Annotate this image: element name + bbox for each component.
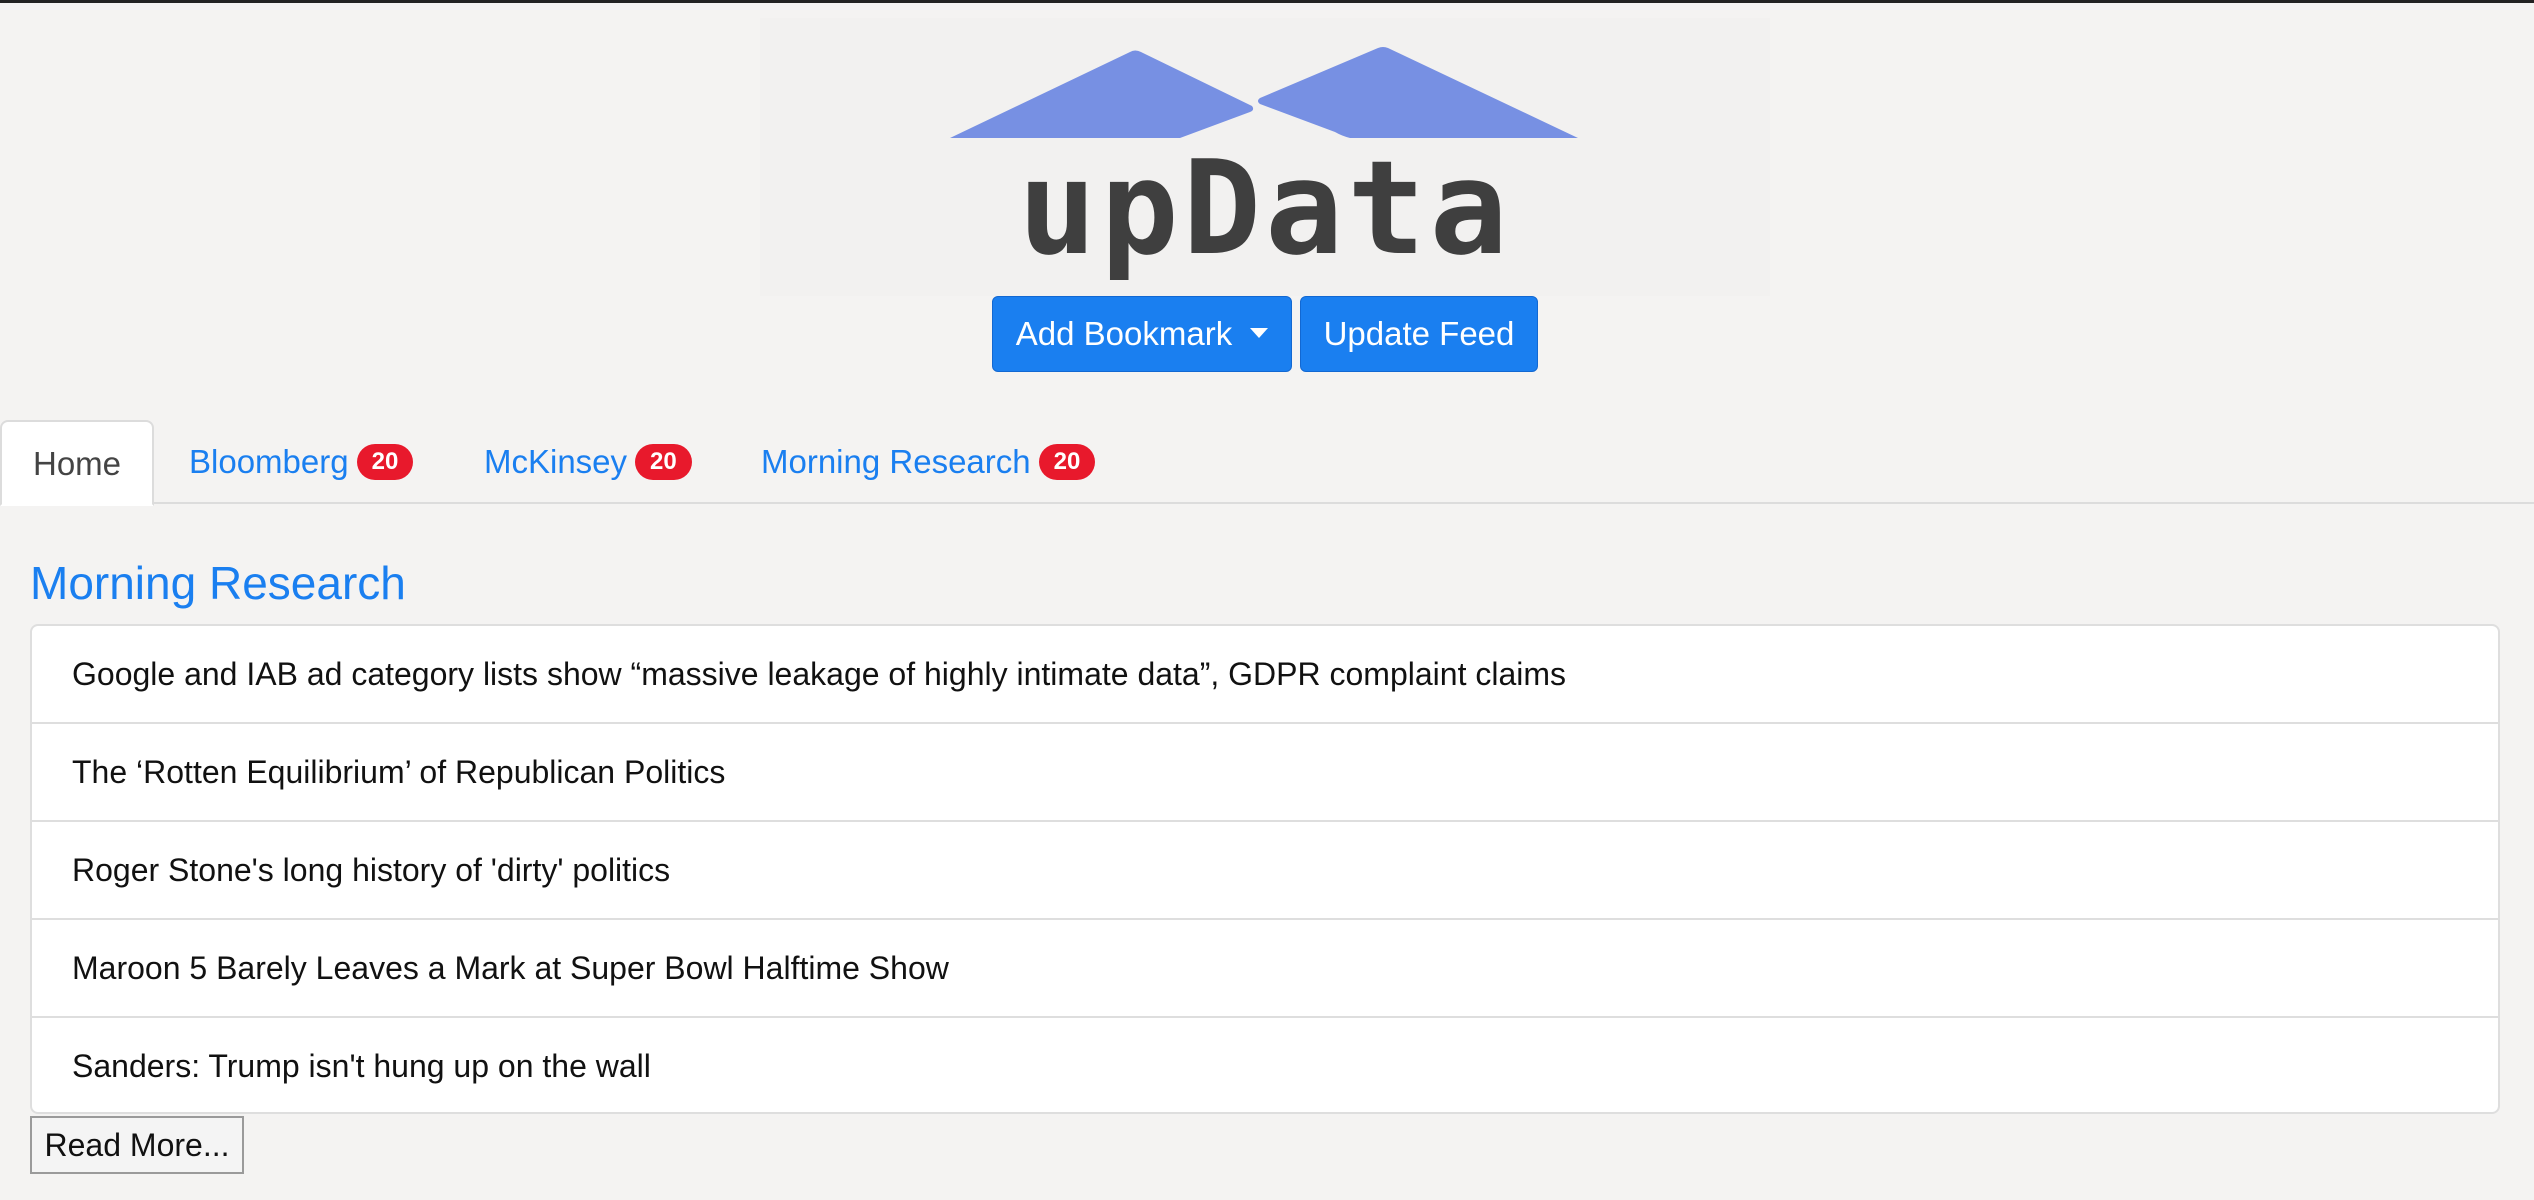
- bloomberg-count-badge: 20: [356, 444, 414, 481]
- list-item[interactable]: Sanders: Trump isn't hung up on the wall: [32, 1018, 2498, 1112]
- tab-mckinsey[interactable]: McKinsey 20: [484, 420, 692, 504]
- tab-home-label: Home: [32, 445, 122, 482]
- list-item[interactable]: Google and IAB ad category lists show “m…: [32, 626, 2498, 724]
- tab-bloomberg[interactable]: Bloomberg 20: [189, 420, 414, 504]
- morning-research-count-badge: 20: [1038, 444, 1096, 481]
- list-item[interactable]: Roger Stone's long history of 'dirty' po…: [32, 822, 2498, 920]
- update-feed-button[interactable]: Update Feed: [1300, 296, 1538, 372]
- add-bookmark-button[interactable]: Add Bookmark: [992, 296, 1292, 372]
- section-title[interactable]: Morning Research: [30, 548, 406, 618]
- tab-home[interactable]: Home: [0, 420, 154, 506]
- list-item[interactable]: The ‘Rotten Equilibrium’ of Republican P…: [32, 724, 2498, 822]
- list-item[interactable]: Maroon 5 Barely Leaves a Mark at Super B…: [32, 920, 2498, 1018]
- mckinsey-count-badge: 20: [635, 444, 692, 481]
- logo: upData: [760, 18, 1770, 296]
- caret-down-icon: [1250, 328, 1269, 339]
- read-more-button[interactable]: Read More...: [30, 1116, 244, 1174]
- tab-bloomberg-label: Bloomberg: [189, 443, 349, 480]
- tab-morning-research-label: Morning Research: [761, 443, 1031, 480]
- tab-morning-research[interactable]: Morning Research 20: [761, 420, 1096, 504]
- top-border: [0, 0, 2534, 3]
- logo-wordmark: upData: [1018, 132, 1512, 284]
- add-bookmark-label: Add Bookmark: [1015, 315, 1233, 352]
- feed-tabs: Home Bloomberg 20 McKinsey 20 Morning Rese…: [0, 420, 2534, 506]
- tab-mckinsey-label: McKinsey: [484, 443, 628, 480]
- article-list: Google and IAB ad category lists show “m…: [30, 624, 2500, 1114]
